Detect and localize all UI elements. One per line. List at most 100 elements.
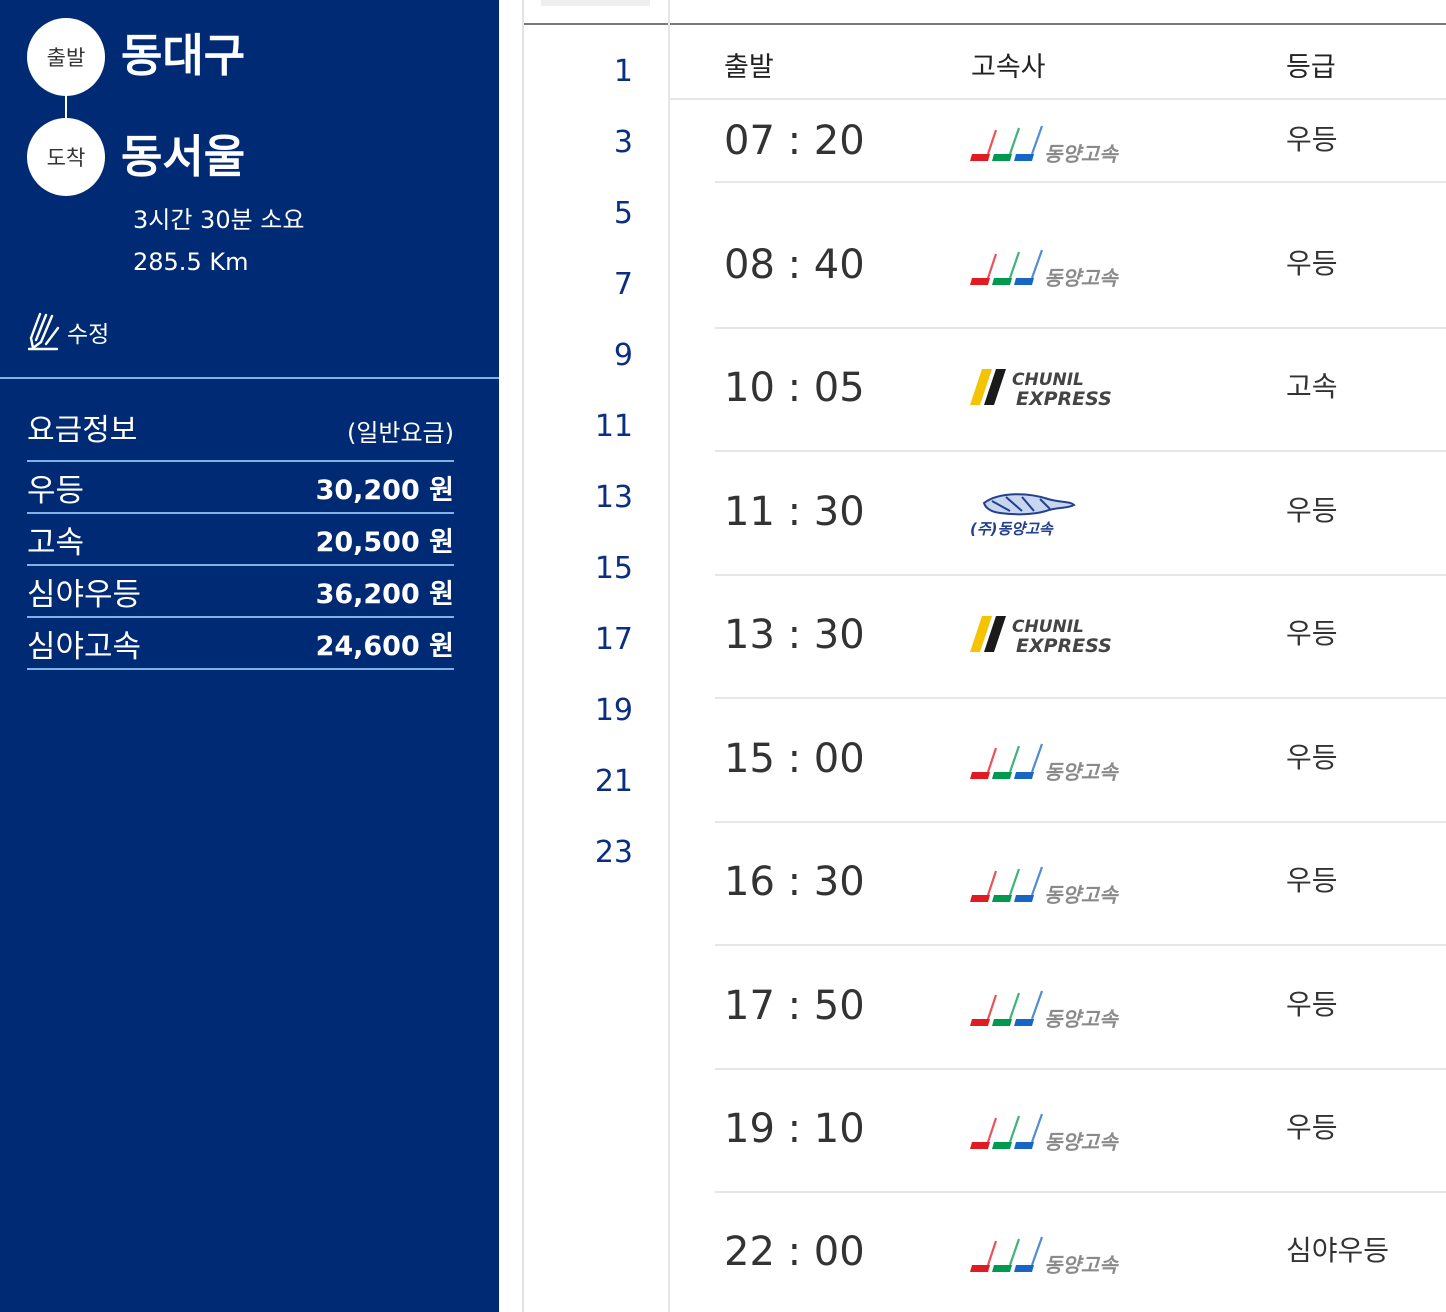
hour-index-item[interactable]: 15 (524, 554, 633, 584)
dongyang-express-logo: 동양고속 (970, 732, 1145, 786)
hour-index-item[interactable]: 17 (524, 625, 633, 655)
hour-index-item[interactable]: 3 (524, 128, 633, 158)
hour-index-item[interactable]: 1 (524, 57, 633, 87)
dongyang-express-cat-logo: (주)동양고속 (970, 485, 1145, 539)
svg-text:EXPRESS: EXPRESS (1016, 635, 1112, 657)
hour-index-item[interactable]: 5 (524, 199, 633, 229)
svg-text:CHUNIL: CHUNIL (1012, 370, 1084, 390)
travel-duration: 3시간 30분 소요 (133, 206, 305, 234)
svg-text:CHUNIL: CHUNIL (1012, 617, 1084, 637)
fare-price: 24,600 원 (315, 630, 454, 662)
departure-terminal-name: 동대구 (121, 29, 246, 82)
departure-time: 08 : 40 (724, 242, 865, 288)
schedule-row[interactable]: 16 : 30 동양고속 우등 (715, 821, 1446, 943)
schedule-row[interactable]: 22 : 00 동양고속 심야우등 (715, 1192, 1446, 1312)
bus-grade: 우등 (1286, 988, 1338, 1021)
fare-info-title: 요금정보 (27, 413, 138, 448)
schedule-row[interactable]: 15 : 00 동양고속 우등 (715, 698, 1446, 820)
panel-divider (0, 377, 499, 379)
fare-price: 30,200 원 (315, 474, 454, 506)
fare-price: 20,500 원 (315, 526, 454, 558)
departure-time: 19 : 10 (724, 1106, 865, 1152)
departure-time: 15 : 00 (724, 736, 865, 782)
chunil-express-logo: CHUNIL EXPRESS (970, 361, 1145, 415)
fare-list: 우등 30,200 원 고속 20,500 원 심야우등 36,200 원 심야… (27, 460, 454, 670)
edit-pencil-icon (27, 308, 61, 356)
fare-grade-name: 우등 (27, 472, 85, 509)
arrival-badge: 도착 (27, 118, 105, 196)
hour-index-item[interactable]: 23 (524, 838, 633, 868)
bus-grade: 우등 (1286, 617, 1338, 650)
bus-grade: 심야우등 (1286, 1234, 1390, 1267)
bus-grade: 우등 (1286, 123, 1338, 156)
bus-grade: 우등 (1286, 741, 1338, 774)
hour-index-item[interactable]: 13 (524, 483, 633, 513)
svg-text:동양고속: 동양고속 (1044, 883, 1119, 907)
dongyang-express-logo: 동양고속 (970, 855, 1145, 909)
svg-text:EXPRESS: EXPRESS (1016, 388, 1112, 410)
panel-separator (522, 0, 524, 1312)
fare-info-header: 요금정보 (일반요금) (27, 405, 454, 457)
route-connector-line (65, 96, 67, 118)
fare-row: 심야우등 36,200 원 (27, 564, 454, 616)
svg-text:동양고속: 동양고속 (1044, 142, 1119, 166)
dongyang-express-logo: 동양고속 (970, 979, 1145, 1033)
hour-column-border (668, 0, 670, 1312)
departure-time: 16 : 30 (724, 859, 865, 905)
svg-text:동양고속: 동양고속 (1044, 266, 1119, 290)
schedule-row[interactable]: 13 : 30 CHUNIL EXPRESS 우등 (715, 574, 1446, 696)
dongyang-express-logo: 동양고속 (970, 238, 1145, 292)
svg-text:(주)동양고속: (주)동양고속 (970, 520, 1054, 538)
bus-grade: 고속 (1286, 370, 1338, 403)
chunil-express-logo: CHUNIL EXPRESS (970, 608, 1145, 662)
fare-row: 우등 30,200 원 (27, 460, 454, 512)
hour-index-item[interactable]: 7 (524, 270, 633, 300)
departure-badge: 출발 (27, 18, 105, 96)
departure-time: 17 : 50 (724, 983, 865, 1029)
svg-text:동양고속: 동양고속 (1044, 1130, 1119, 1154)
fare-type-note: (일반요금) (346, 419, 454, 447)
departure-time: 22 : 00 (724, 1229, 865, 1275)
schedule-row[interactable]: 10 : 05 CHUNIL EXPRESS 고속 (715, 327, 1446, 449)
timetable-header: 출발 고속사 등급 (670, 25, 1446, 100)
bus-grade: 우등 (1286, 247, 1338, 280)
schedule-row[interactable]: 11 : 30 (주)동양고속 우등 (715, 451, 1446, 573)
departure-tag: 출발 (46, 46, 86, 70)
fare-row: 심야고속 24,600 원 (27, 616, 454, 670)
header-company: 고속사 (971, 52, 1046, 83)
hour-index-item[interactable]: 21 (524, 767, 633, 797)
departure-time: 11 : 30 (724, 489, 865, 535)
arrival-tag: 도착 (46, 146, 86, 170)
departure-time: 07 : 20 (724, 118, 865, 164)
header-departure: 출발 (724, 52, 774, 83)
dongyang-express-logo: 동양고속 (970, 1225, 1145, 1279)
edit-label: 수정 (67, 322, 110, 348)
row-divider (715, 181, 1446, 183)
departure-time: 10 : 05 (724, 365, 865, 411)
fare-grade-name: 고속 (27, 524, 85, 561)
schedule-row[interactable]: 07 : 20 동양고속 우등 (715, 100, 1446, 180)
fare-grade-name: 심야우등 (27, 576, 142, 613)
schedule-row[interactable]: 17 : 50 동양고속 우등 (715, 945, 1446, 1067)
route-info-panel: 출발 도착 동대구 동서울 3시간 30분 소요 285.5 Km 수정 요금정… (0, 0, 499, 1312)
bus-grade: 우등 (1286, 494, 1338, 527)
schedule-row[interactable]: 08 : 40 동양고속 우등 (715, 204, 1446, 326)
bus-grade: 우등 (1286, 1111, 1338, 1144)
edit-route-button[interactable]: 수정 (27, 310, 109, 354)
header-grade: 등급 (1286, 52, 1336, 83)
hour-index-item[interactable]: 11 (524, 412, 633, 442)
svg-text:동양고속: 동양고속 (1044, 1253, 1119, 1277)
fare-price: 36,200 원 (315, 578, 454, 610)
bus-grade: 우등 (1286, 864, 1338, 897)
fare-row: 고속 20,500 원 (27, 512, 454, 564)
fare-grade-name: 심야고속 (27, 628, 142, 665)
hour-index-item[interactable]: 19 (524, 696, 633, 726)
travel-distance: 285.5 Km (133, 248, 249, 276)
svg-text:동양고속: 동양고속 (1044, 1007, 1119, 1031)
arrival-terminal-name: 동서울 (121, 130, 246, 183)
hour-index-item[interactable]: 9 (524, 341, 633, 371)
departure-time: 13 : 30 (724, 612, 865, 658)
dongyang-express-logo: 동양고속 (970, 1102, 1145, 1156)
schedule-row[interactable]: 19 : 10 동양고속 우등 (715, 1068, 1446, 1190)
svg-text:동양고속: 동양고속 (1044, 760, 1119, 784)
